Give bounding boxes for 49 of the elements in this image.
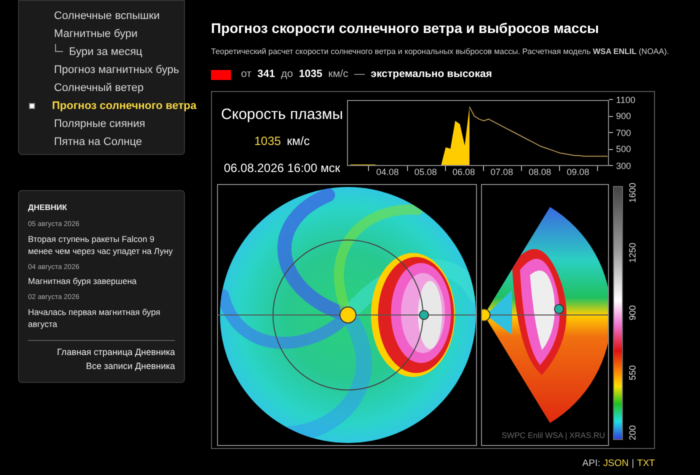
y-axis-label: 500 [616,143,632,156]
api-link[interactable]: TXT [637,456,655,471]
nav-link[interactable]: Полярные сияния [54,116,146,132]
entry-link[interactable]: Началась первая магнитная буря августа [28,306,175,330]
range-to-value: 1035 [298,67,322,82]
y-axis-label: 900 [616,110,632,122]
range-unit: км/с [328,67,348,82]
y-axis-label: 300 [616,160,632,172]
diary-title: ДНЕВНИК [28,202,68,214]
nav-link[interactable]: Солнечные вспышки [54,8,160,24]
color-scale-label: 900 [626,304,638,322]
plasma-datetime: 06.08.2026 16:00 мск [224,160,340,178]
tree-branch-icon [55,44,63,52]
diary-link[interactable]: Главная страница Дневника [56,346,175,359]
diary-link[interactable]: Все записи Дневника [86,360,175,374]
api-link[interactable]: JSON [603,456,629,471]
nav-link[interactable]: Пятна на Солнце [54,134,142,150]
range-from-value: 341 [257,67,275,82]
x-axis-label: 06.08 [451,166,476,178]
range-from-label: от [241,67,252,82]
nav-link[interactable]: Магнитные бури [54,26,138,42]
plasma-title: Скорость плазмы [221,104,343,125]
nav-link[interactable]: Прогноз магнитных бурь [54,62,180,78]
plasma-speed-value: 1035 [254,133,281,150]
range-dash: — [354,67,365,82]
color-scale-label: 550 [626,364,638,382]
x-axis-label: 07.08 [490,166,514,178]
x-axis-label: 04.08 [375,166,400,178]
entry-link[interactable]: Вторая ступень ракеты Falcon 9 менее чем через час упадет на Луну [28,232,175,256]
y-axis-label: 700 [616,126,632,139]
x-axis-label: 08.08 [528,166,552,178]
nav-link[interactable]: Прогноз солнечного ветра [52,98,196,114]
x-axis-label: 09.08 [566,166,590,178]
color-scale-label: 1600 [626,181,638,204]
api-separator: | [632,456,634,471]
range-to-label: до [280,67,293,82]
speed-level-text: экстремально высокая [370,67,492,82]
entry-link[interactable]: Магнитная буря завершена [28,275,175,287]
api-label: API: [582,456,600,471]
nav-link[interactable]: Солнечный ветер [54,80,144,96]
color-scale-label: 200 [626,424,638,443]
page-title: Прогноз скорости солнечного ветра и выбросов массы [211,19,600,38]
color-scale-label: 1250 [626,242,638,265]
nav-link[interactable]: Бури за месяц [69,44,142,60]
page-description: Теоретический расчет скорости солнечного ветра и корональных выбросов массы. Расчетная модель WSA ENLIL (NOAA). [211,46,669,57]
plasma-speed-unit: км/с [286,133,310,150]
map-credit: SWPC Enlil WSA | XRAS.RU [502,430,605,442]
x-axis-label: 05.08 [413,166,438,178]
y-axis-label: 1100 [616,94,636,106]
